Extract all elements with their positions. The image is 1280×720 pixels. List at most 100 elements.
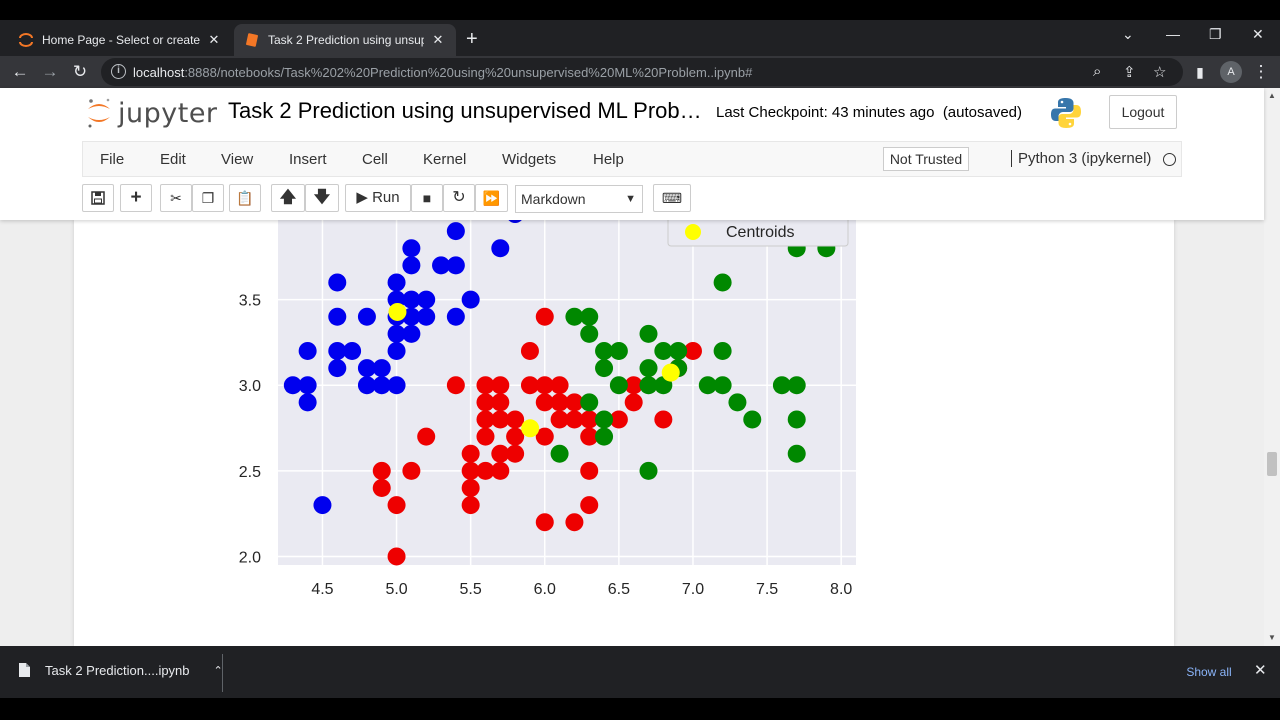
tab-search-icon[interactable]: ⌄ <box>1122 26 1134 43</box>
copy-icon[interactable]: ❐ <box>192 184 224 212</box>
tab-home-page[interactable]: Home Page - Select or create a n ✕ <box>8 24 232 56</box>
menu-insert[interactable]: Insert <box>289 151 327 168</box>
site-info-icon[interactable]: i <box>111 64 126 79</box>
data-point <box>550 444 569 463</box>
data-point <box>654 410 673 429</box>
cell-type-select[interactable]: Markdown ▼ <box>515 185 643 213</box>
data-point <box>476 427 495 446</box>
show-all-button[interactable]: Show all <box>1175 658 1243 686</box>
data-point <box>639 359 658 378</box>
menu-cell[interactable]: Cell <box>362 151 388 168</box>
centroid-point <box>521 419 540 438</box>
profile-avatar[interactable]: A <box>1220 61 1242 83</box>
x-tick-label: 5.5 <box>460 581 482 598</box>
menu-widgets[interactable]: Widgets <box>502 151 556 168</box>
new-tab-icon[interactable]: + <box>466 28 478 51</box>
move-up-arrow-icon[interactable]: 🡅 <box>271 184 305 212</box>
browser-tab-strip: Home Page - Select or create a n ✕ Task … <box>0 0 1280 56</box>
data-point <box>609 376 628 395</box>
kernel-idle-indicator-icon <box>1163 153 1176 166</box>
scroll-down-icon[interactable]: ▼ <box>1268 633 1276 642</box>
logout-button[interactable]: Logout <box>1109 95 1177 129</box>
scrollbar-thumb[interactable] <box>1267 452 1277 476</box>
chevron-down-icon: ▼ <box>625 193 636 205</box>
data-point <box>580 461 599 480</box>
close-tab-icon[interactable]: ✕ <box>206 32 222 48</box>
data-point <box>787 376 806 395</box>
move-down-arrow-icon[interactable]: 🡇 <box>305 184 339 212</box>
data-point <box>639 461 658 480</box>
command-palette-keyboard-icon[interactable]: ⌨ <box>653 184 691 212</box>
menu-kernel[interactable]: Kernel <box>423 151 466 168</box>
tab-title: Home Page - Select or create a n <box>42 33 200 47</box>
data-point <box>387 341 406 360</box>
screen: Home Page - Select or create a n ✕ Task … <box>0 0 1280 720</box>
back-arrow-icon[interactable]: ← <box>8 60 32 84</box>
interrupt-stop-icon[interactable]: ■ <box>411 184 443 212</box>
kernel-name[interactable]: Python 3 (ipykernel) <box>1011 150 1151 167</box>
cut-scissors-icon[interactable]: ✂ <box>160 184 192 212</box>
data-point <box>446 376 465 395</box>
data-point <box>446 222 465 241</box>
reload-icon[interactable]: ↻ <box>68 60 92 84</box>
data-point <box>491 393 510 412</box>
data-point <box>787 410 806 429</box>
address-bar[interactable]: i localhost:8888/notebooks/Task%202%20Pr… <box>101 58 1183 86</box>
menu-help[interactable]: Help <box>593 151 624 168</box>
x-tick-label: 6.0 <box>534 581 556 598</box>
menu-edit[interactable]: Edit <box>160 151 186 168</box>
side-panel-icon[interactable]: ▮ <box>1188 60 1212 84</box>
x-tick-label: 7.5 <box>756 581 778 598</box>
data-point <box>491 461 510 480</box>
run-button[interactable]: ▶ Run <box>345 184 411 212</box>
data-point <box>461 290 480 309</box>
centroid-point <box>661 363 680 382</box>
insert-cell-plus-icon[interactable]: + <box>120 184 152 212</box>
restore-icon[interactable]: ❐ <box>1209 26 1222 43</box>
data-point <box>402 256 421 275</box>
data-point <box>565 513 584 532</box>
tab-notebook[interactable]: Task 2 Prediction using unsuperv ✕ <box>234 24 456 56</box>
paste-icon[interactable]: 📋 <box>229 184 261 212</box>
run-play-icon: ▶ <box>356 189 368 206</box>
legend-label-centroids: Centroids <box>726 224 794 241</box>
data-point <box>372 359 391 378</box>
forward-arrow-icon[interactable]: → <box>38 60 62 84</box>
menu-view[interactable]: View <box>221 151 253 168</box>
data-point <box>298 376 317 395</box>
data-point <box>417 307 436 326</box>
data-point <box>595 410 614 429</box>
minimize-icon[interactable]: — <box>1166 26 1180 42</box>
trust-status-button[interactable]: Not Trusted <box>883 147 969 171</box>
url-text[interactable]: localhost:8888/notebooks/Task%202%20Pred… <box>133 65 752 80</box>
data-point <box>506 410 525 429</box>
data-point <box>461 496 480 515</box>
browser-menu-icon[interactable]: ⋮ <box>1249 60 1273 84</box>
close-download-bar-icon[interactable]: ✕ <box>1254 661 1267 679</box>
data-point <box>372 461 391 480</box>
share-icon[interactable]: ⇪ <box>1123 63 1136 81</box>
download-filename: Task 2 Prediction....ipynb <box>45 662 190 678</box>
data-point <box>343 341 362 360</box>
data-point <box>387 547 406 566</box>
jupyter-logo[interactable]: jupyter <box>86 96 218 130</box>
page-scrollbar[interactable]: ▲ ▼ <box>1264 88 1280 646</box>
bookmark-star-icon[interactable]: ☆ <box>1153 63 1166 81</box>
y-tick-label: 3.0 <box>239 378 261 395</box>
save-icon[interactable] <box>82 184 114 212</box>
data-point <box>506 444 525 463</box>
data-point <box>713 376 732 395</box>
data-point <box>402 461 421 480</box>
scroll-up-icon[interactable]: ▲ <box>1268 91 1276 100</box>
data-point <box>417 290 436 309</box>
download-item[interactable]: Task 2 Prediction....ipynb ⌃ <box>18 662 223 678</box>
notebook-title[interactable]: Task 2 Prediction using unsupervised ML … <box>228 98 702 124</box>
zoom-icon[interactable]: ⌕ <box>1093 63 1101 80</box>
restart-icon[interactable]: ↻ <box>443 184 475 212</box>
menu-file[interactable]: File <box>100 151 124 168</box>
close-tab-icon[interactable]: ✕ <box>430 32 446 48</box>
restart-run-all-icon[interactable]: ⏩ <box>475 184 508 212</box>
download-bar: Task 2 Prediction....ipynb ⌃ Show all ✕ <box>0 646 1280 698</box>
data-point <box>520 341 539 360</box>
window-close-icon[interactable]: ✕ <box>1252 26 1264 43</box>
